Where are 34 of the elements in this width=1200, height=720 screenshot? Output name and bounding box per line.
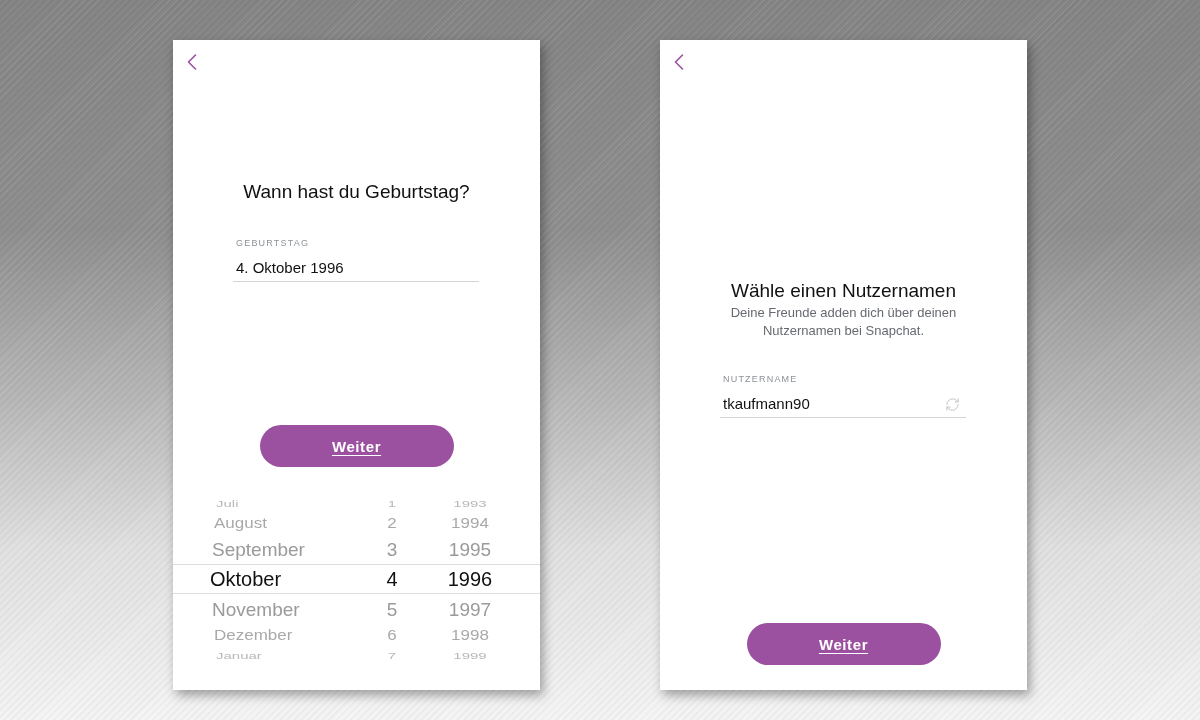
picker-item[interactable]: November [212, 599, 300, 619]
picker-item[interactable]: 1 [387, 498, 397, 508]
chevron-left-icon [674, 54, 684, 70]
picker-item[interactable]: August [214, 515, 267, 531]
screen-title: Wann hast du Geburtstag? [243, 180, 470, 204]
input-field[interactable]: 4. Oktober 1996 [233, 254, 479, 282]
picker-item[interactable]: 1993 [453, 498, 487, 508]
back-button[interactable] [674, 54, 684, 70]
picker-item[interactable]: Dezember [214, 627, 293, 643]
picker-item[interactable]: 2 [387, 515, 397, 531]
picker-item[interactable]: 7 [387, 650, 397, 660]
picker-item[interactable]: Oktober [210, 569, 282, 589]
picker-item[interactable]: September [212, 539, 305, 559]
picker-item[interactable]: 4 [386, 569, 398, 589]
picker-item[interactable]: 5 [386, 599, 398, 619]
picker-item[interactable]: Juli [216, 498, 239, 508]
picker-item[interactable]: 1995 [448, 539, 492, 559]
picker-item[interactable]: 3 [386, 539, 398, 559]
back-button[interactable] [187, 54, 197, 70]
continue-button[interactable]: Weiter [259, 425, 454, 467]
picker-item[interactable]: 6 [387, 627, 397, 643]
screen-title: Wähle einen Nutzernamen [731, 279, 956, 303]
picker-item[interactable]: 1994 [451, 515, 489, 531]
continue-button[interactable]: Weiter [746, 623, 941, 665]
input-field[interactable]: tkaufmann90 [720, 390, 966, 418]
field-label: GEBURTSTAG [236, 237, 310, 249]
field-label: NUTZERNAME [723, 373, 798, 385]
chevron-left-icon [187, 54, 197, 70]
picker-item[interactable]: 1997 [448, 599, 492, 619]
picker-item[interactable]: Januar [216, 650, 262, 660]
picker-item[interactable]: 1998 [451, 627, 489, 643]
picker-item[interactable]: 1999 [453, 650, 487, 660]
screen-subtitle: Deine Freunde adden dich über deinen Nutzernamen bei Snapchat. [729, 304, 958, 340]
picker-item[interactable]: 1996 [447, 569, 493, 589]
